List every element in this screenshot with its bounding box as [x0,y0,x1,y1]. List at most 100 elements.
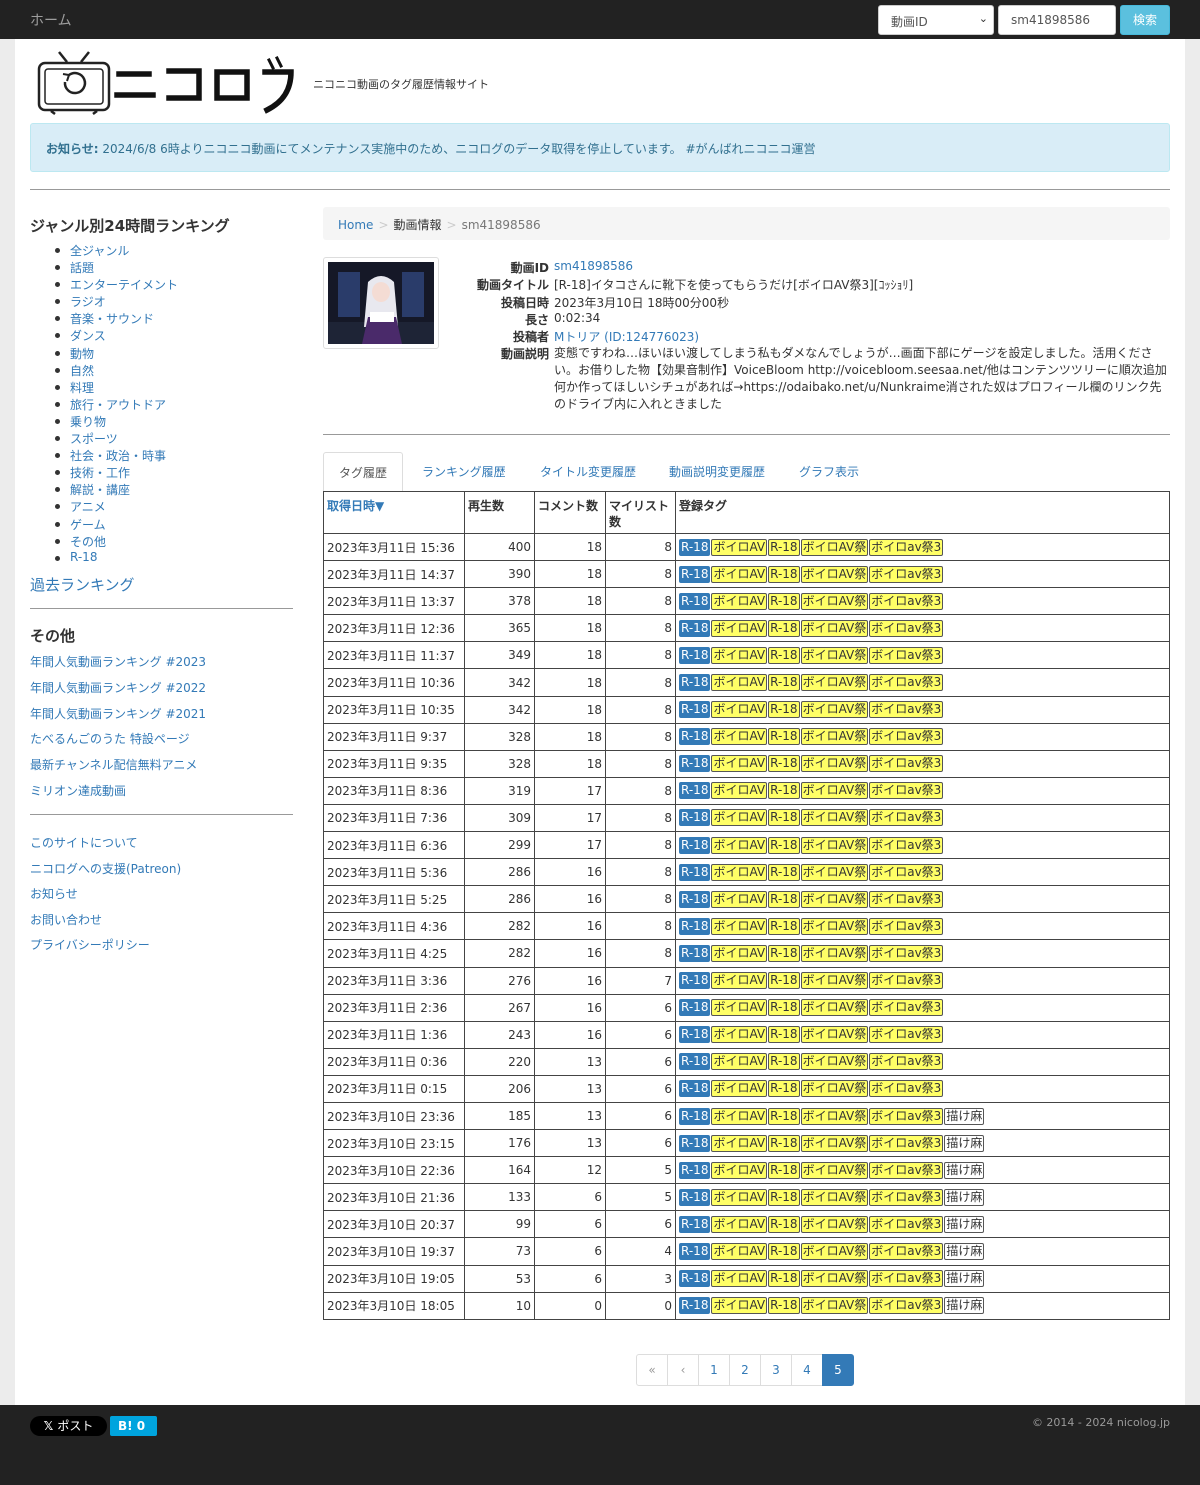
tag-badge[interactable]: ボイロav祭3 [869,972,944,990]
tag-badge[interactable]: ボイロAV祭 [800,1188,869,1206]
tag-badge[interactable]: ボイロAV [711,972,768,990]
tag-badge[interactable]: R-18 [679,1270,711,1288]
tag-badge[interactable]: ボイロav祭3 [869,999,944,1017]
tag-badge[interactable]: R-18 [679,917,711,935]
tag-badge[interactable]: ボイロAV [711,592,768,610]
tag-badge[interactable]: ボイロav祭3 [869,1053,944,1071]
other-link[interactable]: 年間人気動画ランキング #2022 [30,679,206,696]
tag-badge[interactable]: 描け麻 [944,1242,985,1260]
tag-badge[interactable]: R-18 [679,782,711,800]
tag-badge[interactable]: R-18 [679,619,711,637]
genre-link[interactable]: スポーツ [70,432,118,446]
tag-badge[interactable]: R-18 [679,1026,711,1044]
tag-badge[interactable]: ボイロAV祭 [800,1297,869,1315]
tag-badge[interactable]: R-18 [679,701,711,719]
genre-link[interactable]: ラジオ [70,295,106,309]
col-fetched-at[interactable]: 取得日時▼ [323,491,465,534]
tag-badge[interactable]: ボイロav祭3 [869,944,944,962]
tag-badge[interactable]: ボイロav祭3 [869,565,944,583]
tag-badge[interactable]: R-18 [768,782,800,800]
genre-link[interactable]: ダンス [70,329,106,343]
other-link[interactable]: 年間人気動画ランキング #2021 [30,705,206,722]
tag-badge[interactable]: ボイロAV祭 [800,890,869,908]
genre-link[interactable]: エンターテイメント [70,278,178,292]
tab-1[interactable]: ランキング履歴 [407,452,521,492]
tag-badge[interactable]: ボイロav祭3 [869,538,944,556]
site-link[interactable]: お知らせ [30,885,78,902]
tag-badge[interactable]: R-18 [768,1242,800,1260]
tag-badge[interactable]: R-18 [768,538,800,556]
tag-badge[interactable]: R-18 [768,809,800,827]
tag-badge[interactable]: 描け麻 [944,1297,985,1315]
search-type-select[interactable]: 動画ID ⌄ [878,5,994,35]
tag-badge[interactable]: R-18 [679,890,711,908]
tag-badge[interactable]: ボイロAV [711,999,768,1017]
tag-badge[interactable]: ボイロAV [711,1242,768,1260]
tag-badge[interactable]: ボイロAV [711,565,768,583]
tag-badge[interactable]: R-18 [679,538,711,556]
genre-link[interactable]: その他 [70,535,106,549]
tag-badge[interactable]: ボイロav祭3 [869,1297,944,1315]
tag-badge[interactable]: ボイロav祭3 [869,1161,944,1179]
tag-badge[interactable]: ボイロAV祭 [800,646,869,664]
tag-badge[interactable]: ボイロav祭3 [869,1188,944,1206]
tag-badge[interactable]: R-18 [768,1188,800,1206]
tag-badge[interactable]: R-18 [679,1107,711,1125]
tag-badge[interactable]: ボイロAV [711,619,768,637]
tag-badge[interactable]: ボイロAV祭 [800,1161,869,1179]
page-button[interactable]: 3 [760,1354,792,1386]
tag-badge[interactable]: ボイロAV [711,755,768,773]
tag-badge[interactable]: R-18 [768,1297,800,1315]
tag-badge[interactable]: ボイロAV祭 [800,755,869,773]
tag-badge[interactable]: ボイロav祭3 [869,1242,944,1260]
tag-badge[interactable]: 描け麻 [944,1107,985,1125]
tag-badge[interactable]: ボイロAV祭 [800,782,869,800]
tag-badge[interactable]: ボイロAV [711,538,768,556]
tag-badge[interactable]: ボイロAV祭 [800,1107,869,1125]
genre-link[interactable]: ゲーム [70,518,106,532]
tag-badge[interactable]: R-18 [768,1107,800,1125]
site-link[interactable]: ニコログへの支援(Patreon) [30,860,181,877]
tag-badge[interactable]: ボイロAV [711,1215,768,1233]
genre-link[interactable]: 動物 [70,347,94,361]
tag-badge[interactable]: ボイロAV [711,1053,768,1071]
tag-badge[interactable]: ボイロav祭3 [869,809,944,827]
tag-badge[interactable]: R-18 [768,701,800,719]
genre-link[interactable]: 乗り物 [70,415,106,429]
other-link[interactable]: たべるんごのうた 特設ページ [30,730,190,747]
genre-link[interactable]: 料理 [70,381,94,395]
tag-badge[interactable]: ボイロAV祭 [800,863,869,881]
tag-badge[interactable]: ボイロAV祭 [800,619,869,637]
tag-badge[interactable]: ボイロAV祭 [800,809,869,827]
tag-badge[interactable]: R-18 [768,836,800,854]
page-button[interactable]: 5 [822,1354,854,1386]
other-link[interactable]: 最新チャンネル配信無料アニメ [30,756,197,773]
tag-badge[interactable]: ボイロAV祭 [800,565,869,583]
tab-0[interactable]: タグ履歴 [323,452,404,492]
tag-badge[interactable]: R-18 [768,1134,800,1152]
tag-badge[interactable]: ボイロAV [711,809,768,827]
tag-badge[interactable]: R-18 [679,565,711,583]
search-input[interactable]: sm41898586 [998,5,1116,35]
info-author-value[interactable]: Mトリア (ID:124776023) [554,328,699,345]
tag-badge[interactable]: R-18 [768,1270,800,1288]
tag-badge[interactable]: ボイロav祭3 [869,592,944,610]
other-link[interactable]: 年間人気動画ランキング #2023 [30,653,206,670]
tag-badge[interactable]: R-18 [679,1161,711,1179]
genre-link[interactable]: 社会・政治・時事 [70,449,166,463]
tag-badge[interactable]: ボイロAV祭 [800,917,869,935]
tag-badge[interactable]: R-18 [768,592,800,610]
genre-link[interactable]: 音楽・サウンド [70,312,154,326]
tag-badge[interactable]: ボイロAV [711,890,768,908]
page-button[interactable]: 4 [791,1354,823,1386]
site-link[interactable]: お問い合わせ [30,911,102,928]
genre-link[interactable]: 解説・講座 [70,483,130,497]
tag-badge[interactable]: ボイロav祭3 [869,1080,944,1098]
tag-badge[interactable]: ボイロav祭3 [869,782,944,800]
tag-badge[interactable]: R-18 [679,1053,711,1071]
tag-badge[interactable]: R-18 [768,917,800,935]
tag-badge[interactable]: ボイロAV [711,1026,768,1044]
tag-badge[interactable]: ボイロAV祭 [800,836,869,854]
tag-badge[interactable]: R-18 [679,755,711,773]
tag-badge[interactable]: ボイロAV [711,728,768,746]
